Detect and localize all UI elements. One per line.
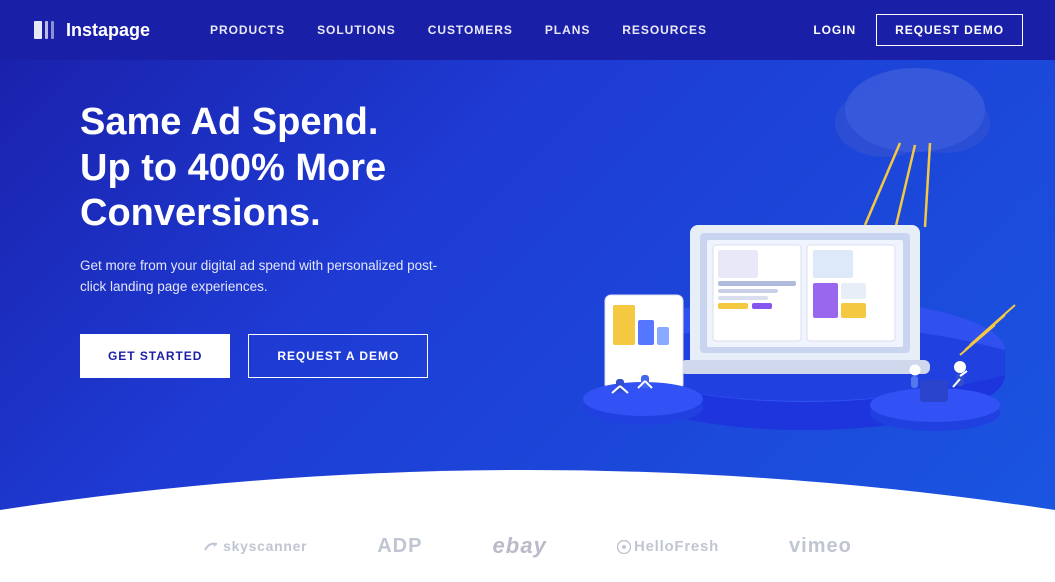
logo-link[interactable]: Instapage bbox=[32, 17, 150, 43]
get-started-button[interactable]: GET STARTED bbox=[80, 334, 230, 378]
nav-actions: LOGIN REQUEST DEMO bbox=[813, 14, 1023, 46]
request-demo-nav-button[interactable]: REQUEST DEMO bbox=[876, 14, 1023, 46]
logo-ebay: ebay bbox=[492, 533, 547, 559]
nav-links: PRODUCTS SOLUTIONS CUSTOMERS PLANS RESOU… bbox=[210, 23, 813, 37]
navbar: Instapage PRODUCTS SOLUTIONS CUSTOMERS P… bbox=[0, 0, 1055, 60]
hero-buttons: GET STARTED REQUEST A DEMO bbox=[80, 334, 540, 378]
request-demo-button[interactable]: REQUEST A DEMO bbox=[248, 334, 428, 378]
logo-icon bbox=[32, 17, 58, 43]
nav-customers[interactable]: CUSTOMERS bbox=[428, 23, 513, 37]
hero-content: Same Ad Spend. Up to 400% More Conversio… bbox=[80, 100, 540, 378]
nav-resources[interactable]: RESOURCES bbox=[622, 23, 707, 37]
logo-adp: ADP bbox=[377, 535, 422, 558]
hero-subtitle: Get more from your digital ad spend with… bbox=[80, 255, 460, 298]
logo-skyscanner: skyscanner bbox=[203, 538, 307, 554]
skyscanner-icon bbox=[203, 540, 219, 554]
hero-illustration bbox=[505, 55, 1025, 485]
nav-products[interactable]: PRODUCTS bbox=[210, 23, 285, 37]
hero-section: Instapage PRODUCTS SOLUTIONS CUSTOMERS P… bbox=[0, 0, 1055, 510]
logo-text: Instapage bbox=[66, 20, 150, 41]
hero-title: Same Ad Spend. Up to 400% More Conversio… bbox=[80, 100, 540, 237]
logo-vimeo: vimeo bbox=[789, 535, 852, 558]
nav-plans[interactable]: PLANS bbox=[545, 23, 590, 37]
hellofresh-icon bbox=[617, 540, 631, 554]
nav-solutions[interactable]: SOLUTIONS bbox=[317, 23, 396, 37]
login-button[interactable]: LOGIN bbox=[813, 23, 856, 37]
logo-hellofresh: HelloFresh bbox=[617, 538, 719, 555]
logos-section: skyscanner ADP ebay HelloFresh vimeo bbox=[0, 510, 1055, 582]
